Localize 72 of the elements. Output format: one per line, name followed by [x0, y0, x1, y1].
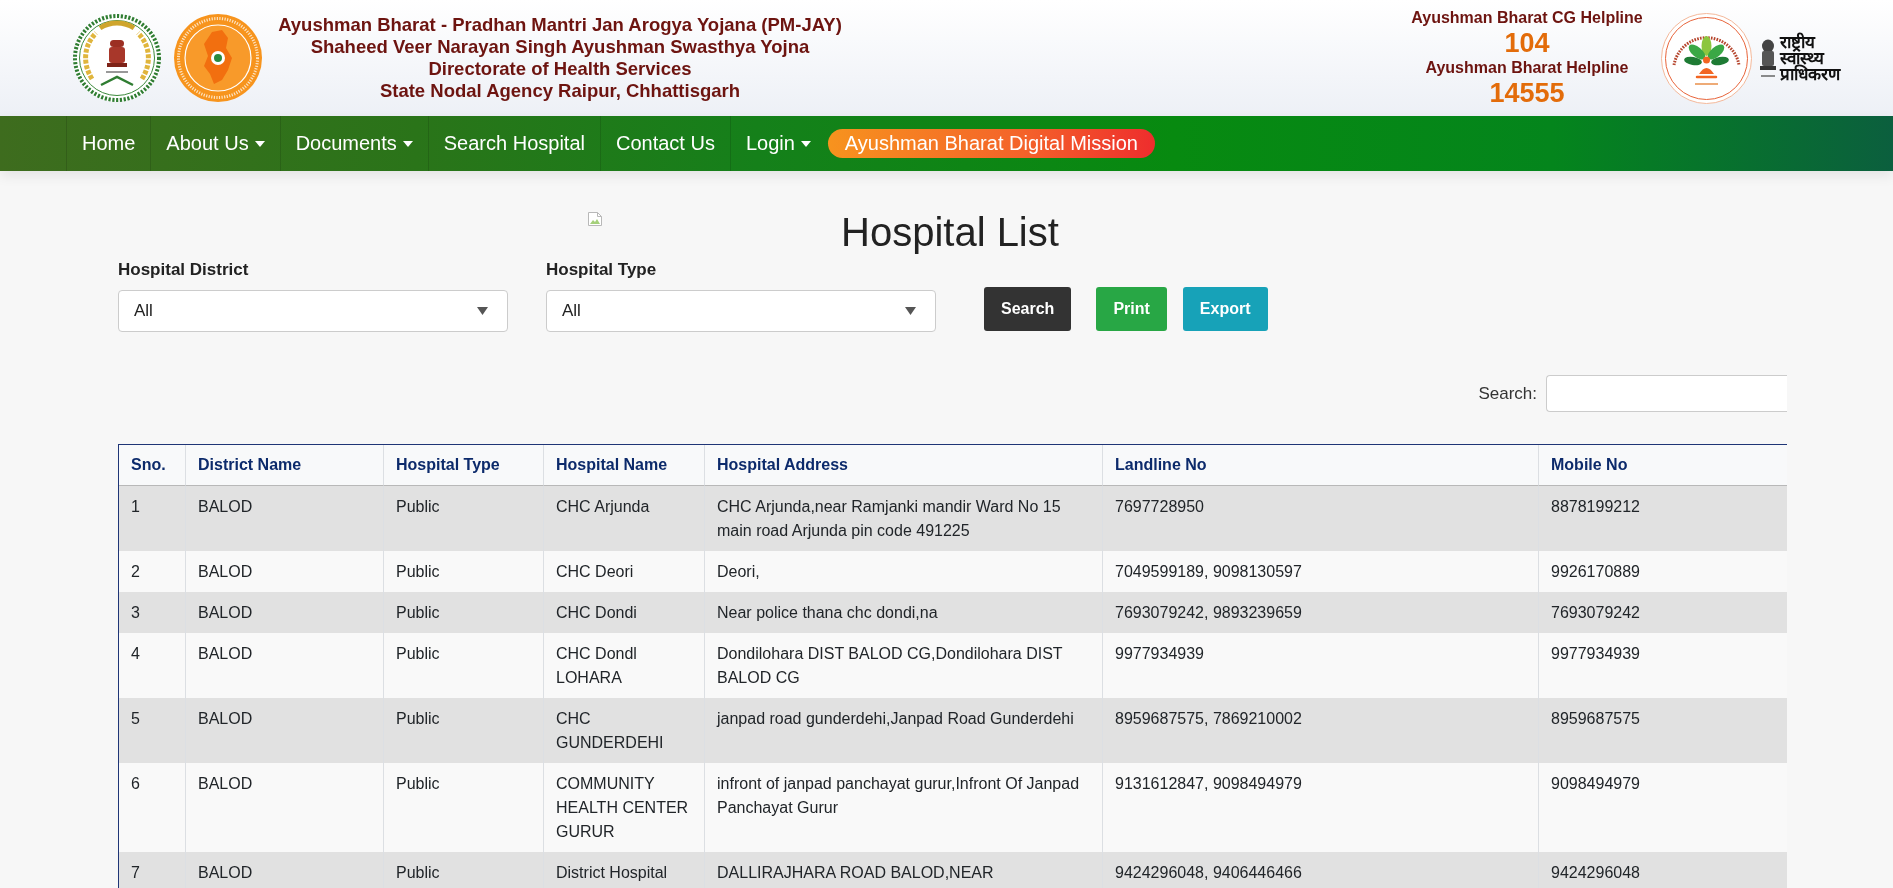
search-button[interactable]: Search: [984, 287, 1072, 331]
table-cell: CHC Dondi: [543, 592, 704, 633]
nav-link[interactable]: Home: [66, 116, 151, 171]
site-subtitle: Shaheed Veer Narayan Singh Ayushman Swasthya Yojna: [310, 36, 810, 58]
highlight-link[interactable]: Ayushman Bharat Digital Mission: [827, 129, 1155, 158]
column-header: Hospital Name: [543, 445, 704, 486]
nav-dropdown[interactable]: Login: [729, 116, 826, 171]
wreath-emblem-icon: [72, 13, 162, 103]
logo-wordmark-line: प्राधिकरण: [1780, 66, 1840, 82]
table-cell: District Hospital: [543, 852, 704, 888]
column-header: Hospital Address: [704, 445, 1102, 486]
logo-wordmark-line: स्वास्थ्य: [1780, 50, 1825, 66]
map-seal-icon: [174, 14, 262, 102]
lion-emblem-icon: [1759, 38, 1777, 78]
table-cell: DALLIRAJHARA ROAD BALOD,NEAR: [704, 852, 1102, 888]
broken-image-icon: [587, 211, 603, 227]
helpline-label: Ayushman Bharat Helpline: [1425, 58, 1629, 78]
table-cell: Public: [383, 486, 543, 551]
table-cell: Near police thana chc dondi,na: [704, 592, 1102, 633]
table-cell: 5: [119, 698, 185, 763]
table-cell: 7693079242, 9893239659: [1102, 592, 1538, 633]
caret-icon: [800, 140, 811, 147]
helpline-number: 104: [1504, 28, 1550, 58]
caret-icon: [254, 140, 265, 147]
table-cell: 8959687575: [1538, 698, 1787, 763]
column-header: Landline No: [1102, 445, 1538, 486]
table-cell: BALOD: [185, 592, 383, 633]
helpline-label: Ayushman Bharat CG Helpline: [1411, 8, 1643, 28]
table-cell: BALOD: [185, 486, 383, 551]
site-subtitle: State Nodal Agency Raipur, Chhattisgarh: [379, 80, 741, 102]
table-cell: 3: [119, 592, 185, 633]
table-cell: 8878199212: [1538, 486, 1787, 551]
field-label: Hospital District: [118, 260, 250, 280]
table-cell: janpad road gunderdehi,Janpad Road Gunderdehi: [704, 698, 1102, 763]
dropdown-arrow-icon: [905, 307, 916, 315]
print-button[interactable]: Print: [1096, 287, 1167, 331]
site-title: Ayushman Bharat - Pradhan Mantri Jan Arogya Yojana (PM-JAY): [278, 14, 842, 36]
table-cell: Public: [383, 592, 543, 633]
field-label: Hospital Type: [546, 260, 658, 280]
page-title: Hospital List: [841, 209, 1059, 256]
table-cell: CHC GUNDERDEHI: [543, 698, 704, 763]
table-cell: Public: [383, 698, 543, 763]
table-cell: BALOD: [185, 698, 383, 763]
leaf-seal-icon: [1661, 12, 1752, 104]
caret-icon: [402, 140, 413, 147]
search-label: Search:: [1478, 383, 1537, 404]
table-cell: 8959687575, 7869210002: [1102, 698, 1538, 763]
table-cell: 9424296048: [1538, 852, 1787, 888]
dropdown-arrow-icon: [477, 307, 488, 315]
nav-dropdown[interactable]: About Us: [150, 116, 280, 171]
dropdown-select[interactable]: All: [546, 290, 936, 332]
search-input[interactable]: [1546, 375, 1787, 412]
column-header: Hospital Type: [383, 445, 543, 486]
table-cell: 7697728950: [1102, 486, 1538, 551]
nav-link[interactable]: Search Hospital: [427, 116, 600, 171]
dropdown-select[interactable]: All: [118, 290, 508, 332]
table-cell: CHC Arjunda: [543, 486, 704, 551]
column-header: District Name: [185, 445, 383, 486]
site-subtitle: Directorate of Health Services: [428, 58, 692, 80]
table-cell: BALOD: [185, 852, 383, 888]
column-header: Mobile No: [1538, 445, 1787, 486]
nav-dropdown[interactable]: Documents: [279, 116, 428, 171]
helpline-number: 14555: [1489, 78, 1565, 108]
table-cell: 1: [119, 486, 185, 551]
table-cell: 9424296048, 9406446466: [1102, 852, 1538, 888]
export-button[interactable]: Export: [1182, 287, 1268, 331]
table-cell: 7: [119, 852, 185, 888]
table-cell: 7693079242: [1538, 592, 1787, 633]
logo-wordmark-line: राष्ट्रीय: [1780, 34, 1816, 50]
table-cell: CHC Arjunda,near Ramjanki mandir Ward No 15 main road Arjunda pin code 491225: [704, 486, 1102, 551]
nav-link[interactable]: Contact Us: [599, 116, 730, 171]
table-cell: Public: [383, 852, 543, 888]
